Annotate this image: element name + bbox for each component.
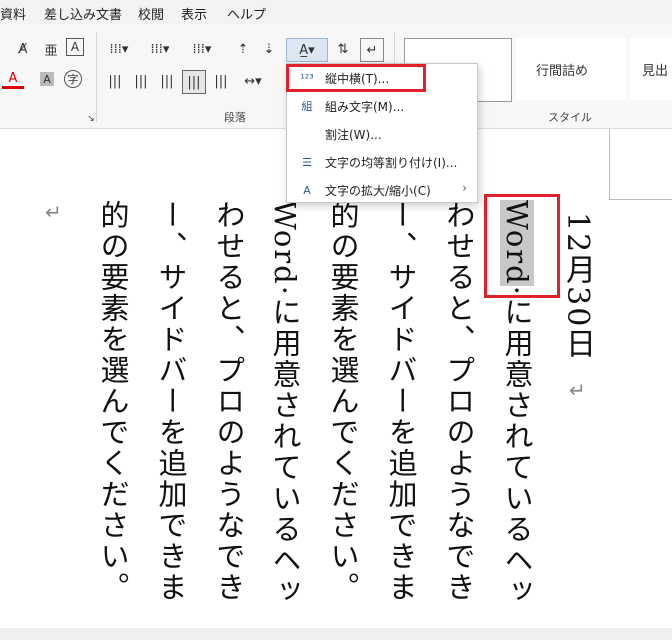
sort-icon[interactable]: ⇅	[332, 38, 354, 60]
numbering-icon[interactable]: ⁞⁞⁞▾	[142, 38, 178, 60]
enclose-circle-icon[interactable]: 字	[64, 70, 82, 88]
menu-item-distribute[interactable]: ☰ 文字の均等割り付け(I)...	[287, 149, 477, 175]
kumimoji-icon: 組	[301, 100, 313, 113]
line-spacing-icon[interactable]: ↔▾	[238, 70, 268, 92]
group-label-style: スタイル	[548, 111, 592, 124]
align-center-icon[interactable]: |||	[130, 70, 152, 92]
decrease-indent-icon[interactable]: ⇡	[232, 38, 254, 60]
chevron-right-icon: ›	[462, 181, 467, 195]
distribute-icon[interactable]: |||	[210, 70, 232, 92]
margin-guide	[609, 129, 610, 199]
font-dialog-launcher-icon[interactable]: ↘	[80, 108, 102, 130]
text-column[interactable]: ー、サイドバーを追加できま	[384, 200, 418, 603]
text-column[interactable]: ー、サイドバーを追加できま	[154, 200, 188, 603]
menu-item-view[interactable]: 表示	[181, 4, 207, 23]
date-text[interactable]: 12月30日	[560, 212, 595, 360]
menu-item-scale[interactable]: A 文字の拡大/縮小(C) ›	[287, 177, 477, 203]
multilevel-list-icon[interactable]: ⁞⁞⁞▾	[184, 38, 220, 60]
show-marks-icon[interactable]: ↵	[360, 38, 384, 62]
clear-format-icon[interactable]: A̸	[12, 38, 34, 60]
menu-item-kumimoji[interactable]: 組 組み文字(M)...	[287, 93, 477, 119]
font-color-icon[interactable]: A	[2, 70, 24, 89]
justify-icon[interactable]: |||	[182, 70, 206, 94]
text-column[interactable]: 的の要素を選んでください。	[326, 200, 360, 603]
paragraph-mark: ↵	[569, 378, 586, 402]
text-column[interactable]: 的の要素を選んでください。	[96, 200, 130, 603]
selection-highlight-box	[484, 194, 560, 298]
menu-item-mailings[interactable]: 差し込み文書	[44, 4, 122, 23]
menu-item-references[interactable]: 資料	[0, 4, 26, 23]
align-bottom-icon[interactable]: |||	[156, 70, 178, 92]
menu-bar: 資料 差し込み文書 校閲 表示 ヘルプ	[0, 0, 672, 24]
asian-layout-button[interactable]: A̲▾	[286, 38, 328, 62]
status-bar	[0, 628, 672, 640]
phonetic-guide-icon[interactable]: 亜	[40, 38, 62, 60]
paragraph-mark: ↵	[45, 200, 62, 224]
increase-indent-icon[interactable]: ⇣	[258, 38, 280, 60]
text-column[interactable]: Word·に用意されているヘッ	[268, 200, 302, 607]
align-top-icon[interactable]: |||	[104, 70, 126, 92]
text-column[interactable]: わせると、プロのようなでき	[212, 200, 246, 603]
text-column[interactable]: わせると、プロのようなでき	[442, 200, 476, 603]
style-heading[interactable]: 見出	[630, 38, 672, 100]
menu-item-review[interactable]: 校閲	[138, 4, 164, 23]
margin-guide	[609, 199, 672, 200]
char-shading-icon[interactable]: A	[40, 72, 54, 86]
distribute-icon: ☰	[302, 155, 312, 169]
menu-highlight-box	[286, 64, 426, 92]
enclose-char-icon[interactable]: A	[66, 38, 84, 56]
scale-icon: A	[303, 183, 311, 197]
menu-item-warichu[interactable]: 割注(W)...	[287, 121, 477, 147]
bullets-icon[interactable]: ⁞⁞⁞▾	[104, 38, 134, 60]
menu-item-help[interactable]: ヘルプ	[227, 4, 266, 23]
group-label-paragraph: 段落	[224, 111, 246, 124]
style-no-spacing[interactable]: 行間詰め	[516, 38, 626, 100]
